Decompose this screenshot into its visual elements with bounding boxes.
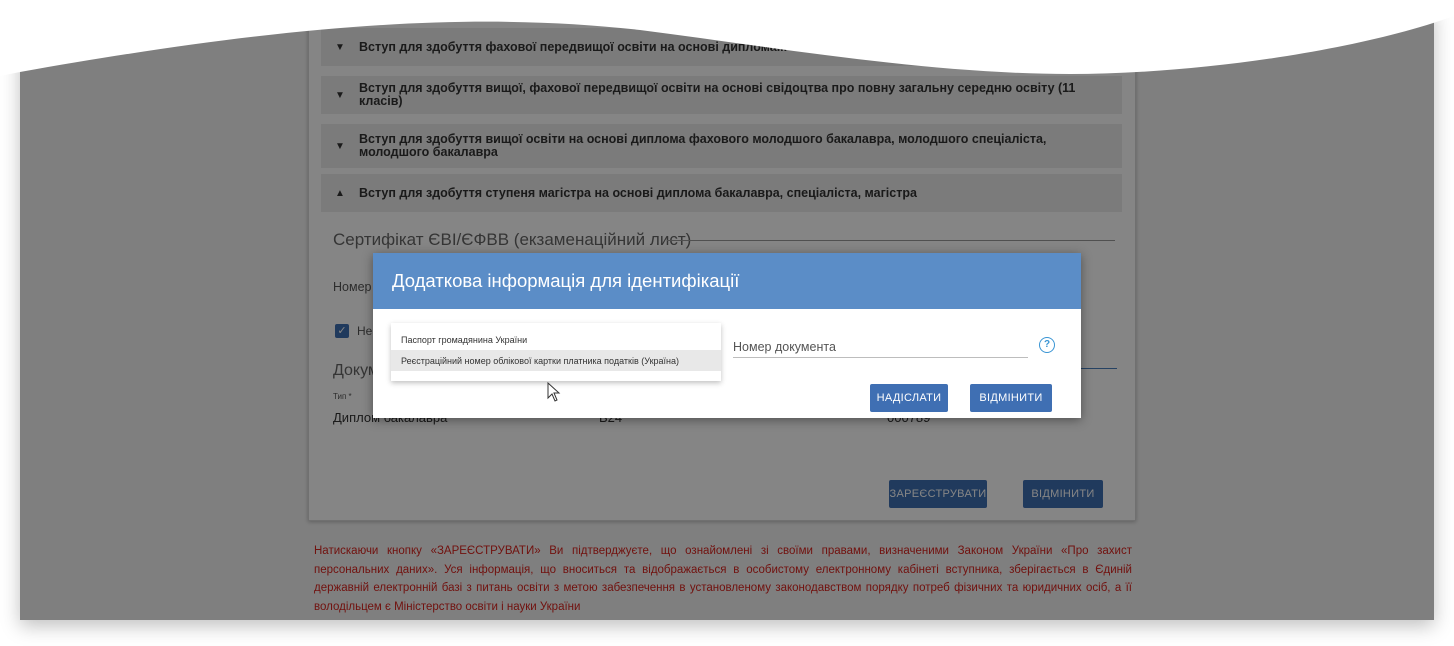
help-icon[interactable]: ? — [1039, 337, 1055, 353]
document-type-menu: Паспорт громадянина України Реєстраційни… — [391, 323, 721, 381]
screenshot-area: ▼ Вступ для здобуття фахової передвищої … — [20, 8, 1434, 620]
menu-option-passport[interactable]: Паспорт громадянина України — [391, 329, 721, 350]
dialog-cancel-button[interactable]: ВІДМІНИТИ — [970, 384, 1052, 412]
menu-option-tax-number[interactable]: Реєстраційний номер облікової картки пла… — [391, 350, 721, 371]
mouse-cursor-icon — [547, 382, 561, 402]
document-number-input[interactable] — [733, 337, 1028, 358]
identification-dialog: Додаткова інформація для ідентифікації П… — [373, 253, 1081, 418]
decorative-wave — [0, 0, 1454, 76]
submit-button[interactable]: НАДІСЛАТИ — [870, 384, 948, 412]
dialog-title: Додаткова інформація для ідентифікації — [373, 253, 1081, 309]
